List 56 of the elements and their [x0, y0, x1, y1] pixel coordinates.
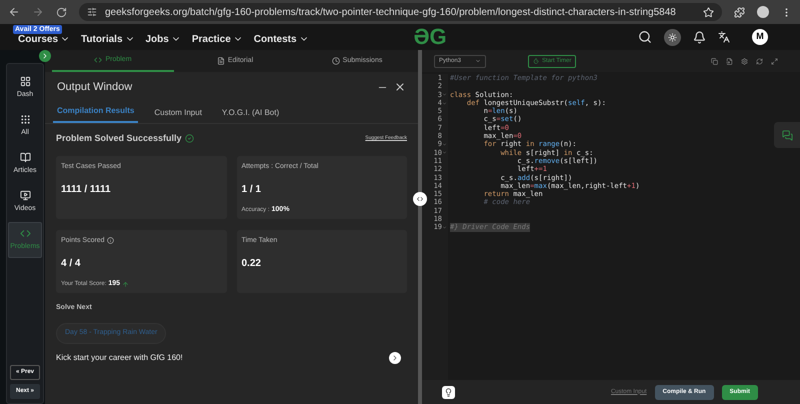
status-text: Problem Solved Successfully: [56, 132, 182, 145]
stat-value: 1111 / 1111: [61, 183, 112, 197]
lightbulb-icon: [444, 388, 453, 396]
output-tab[interactable]: Compilation Results: [53, 105, 138, 123]
document-icon: [216, 57, 225, 65]
reload-icon[interactable]: [56, 6, 67, 18]
back-icon[interactable]: [8, 6, 20, 18]
video-icon: [20, 190, 30, 201]
avatar[interactable]: M: [752, 29, 768, 45]
chevron-down-icon: [475, 58, 481, 64]
nav-menu[interactable]: Tutorials: [81, 32, 134, 46]
copy-icon[interactable]: [711, 58, 718, 64]
clock-icon: [332, 57, 340, 65]
chevron-right-icon: [41, 52, 49, 60]
translate-icon[interactable]: [718, 31, 730, 43]
grid-icon: [20, 76, 30, 87]
reset-icon[interactable]: [756, 58, 763, 64]
nav-menu[interactable]: Courses: [18, 32, 70, 46]
chevron-right-icon: [391, 354, 399, 362]
check-circle-icon: [184, 134, 194, 144]
nav-menu[interactable]: Jobs: [146, 32, 181, 46]
theme-toggle[interactable]: [664, 28, 681, 46]
extensions-icon[interactable]: [734, 6, 745, 18]
url-text: geeksforgeeks.org/batch/gfg-160-problems/track/two-pointer-technique-gfg-160/problem/longest-distinct-characters-in-string5848: [105, 6, 676, 20]
file-icon[interactable]: [726, 58, 733, 64]
chat-button[interactable]: [774, 122, 800, 148]
nav-menu[interactable]: Practice: [192, 32, 243, 46]
dots-grid-icon: [20, 114, 30, 125]
close-icon[interactable]: [394, 81, 406, 93]
profile-icon[interactable]: [757, 6, 769, 18]
stat-value: 1 / 1: [242, 183, 262, 197]
sun-icon: [668, 32, 677, 42]
settings-icon[interactable]: [741, 58, 748, 64]
resize-arrows-icon: [416, 195, 424, 203]
hint-button[interactable]: [442, 386, 455, 398]
bookmark-star-icon[interactable]: [703, 6, 714, 18]
address-bar[interactable]: geeksforgeeks.org/batch/gfg-160-problems/track/two-pointer-technique-gfg-160/problem/longest-distinct-characters-in-string5848: [79, 3, 722, 21]
search-icon[interactable]: [638, 30, 652, 44]
notifications-icon[interactable]: [693, 30, 706, 44]
output-tab[interactable]: Y.O.G.I. (AI Bot): [218, 107, 284, 123]
chat-icon: [782, 130, 792, 140]
logo[interactable]: ƏG: [414, 26, 447, 48]
stat-value: 0.22: [242, 257, 262, 271]
code-icon: [20, 228, 30, 239]
code-icon: [94, 56, 102, 64]
fullscreen-icon[interactable]: [771, 58, 778, 64]
window-title: Output Window: [57, 80, 132, 95]
site-settings-icon[interactable]: [87, 7, 97, 17]
timer-icon: [533, 58, 539, 64]
stat-value: 4 / 4: [61, 257, 82, 271]
output-tab[interactable]: Custom Input: [150, 107, 206, 123]
forward-icon[interactable]: [32, 6, 44, 18]
nav-menu[interactable]: Contests: [254, 32, 309, 46]
book-icon: [20, 152, 30, 163]
promo-text: Kick start your career with GfG 160!: [56, 352, 183, 364]
next-arrow-button[interactable]: [389, 352, 401, 364]
